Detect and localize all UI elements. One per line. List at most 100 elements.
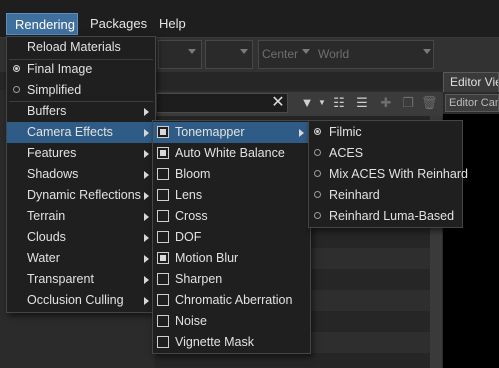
camera-select[interactable]: Editor Camera	[445, 94, 499, 112]
list-tree-icon[interactable]: ☰	[354, 94, 370, 112]
menu-packages[interactable]: Packages	[82, 13, 155, 35]
chevron-down-icon	[302, 49, 310, 54]
chevron-right-icon	[144, 213, 149, 221]
menu-item-label: Chromatic Aberration	[175, 293, 293, 307]
radio-selected-icon	[13, 65, 20, 72]
chevron-right-icon	[144, 192, 149, 200]
radio-icon	[314, 170, 321, 177]
tonemapper-menu: Filmic ACES Mix ACES With Reinhard Reinh…	[308, 120, 468, 228]
menu-item-label: Occlusion Culling	[27, 293, 124, 307]
hierarchy-icon[interactable]: ☷	[331, 94, 347, 112]
menu-item-label: Reinhard Luma-Based	[329, 209, 455, 223]
menu-item-label: Tonemapper	[175, 125, 245, 139]
checkbox-icon	[157, 294, 169, 306]
chevron-right-icon	[299, 129, 304, 137]
checkbox-checked-icon	[157, 147, 169, 159]
menu-item-label: Vignette Mask	[175, 335, 254, 349]
menu-item-buffers[interactable]: Buffers	[7, 101, 155, 122]
menu-item-filmic[interactable]: Filmic	[309, 122, 462, 143]
search-input[interactable]	[156, 93, 288, 113]
menu-item-water[interactable]: Water	[7, 248, 155, 269]
menu-item-dynamic-reflections[interactable]: Dynamic Reflections	[7, 185, 155, 206]
menu-item-label: Mix ACES With Reinhard	[329, 167, 468, 181]
copy-icon[interactable]: ❐	[400, 94, 416, 112]
menu-item-features[interactable]: Features	[7, 143, 155, 164]
menu-item-label: Noise	[175, 314, 207, 328]
space-select[interactable]: World	[318, 47, 349, 61]
menu-item-label: Filmic	[329, 125, 362, 139]
add-icon[interactable]: ✚	[378, 94, 394, 112]
checkbox-icon	[157, 210, 169, 222]
pivot-select[interactable]: Center	[262, 47, 298, 61]
menu-item-sharpen[interactable]: Sharpen	[153, 269, 310, 290]
menu-item-lens[interactable]: Lens	[153, 185, 310, 206]
chevron-right-icon	[144, 108, 149, 116]
menu-item-label: Terrain	[27, 209, 66, 223]
rendering-menu: Reload Materials Final Image Simplified …	[6, 36, 156, 313]
menu-item-label: Bloom	[175, 167, 211, 181]
menu-item-motion-blur[interactable]: Motion Blur	[153, 248, 310, 269]
chevron-down-icon	[188, 49, 196, 54]
menu-item-label: Reload Materials	[27, 40, 121, 54]
menu-item-reinhard-luma-based[interactable]: Reinhard Luma-Based	[309, 206, 462, 227]
menu-item-transparent[interactable]: Transparent	[7, 269, 155, 290]
menu-item-reload-materials[interactable]: Reload Materials	[7, 37, 155, 58]
menu-bar: Rendering Packages Help	[0, 0, 499, 38]
menu-help[interactable]: Help	[151, 13, 194, 35]
menu-item-label: Camera Effects	[27, 125, 113, 139]
menu-item-label: Motion Blur	[175, 251, 239, 265]
toolbar-dropdown-1[interactable]	[158, 40, 202, 69]
menu-item-label: Simplified	[27, 83, 82, 97]
menu-item-label: Transparent	[27, 272, 94, 286]
menu-item-label: Reinhard	[329, 188, 380, 202]
menu-item-label: Dynamic Reflections	[27, 188, 141, 202]
radio-icon	[13, 86, 20, 93]
menu-item-vignette-mask[interactable]: Vignette Mask	[153, 332, 310, 353]
filter-icon[interactable]: ▼	[299, 94, 315, 112]
menu-item-camera-effects[interactable]: Camera Effects	[7, 122, 155, 143]
checkbox-icon	[157, 315, 169, 327]
radio-icon	[314, 212, 321, 219]
chevron-down-icon[interactable]: ▼	[314, 94, 330, 112]
menu-rendering[interactable]: Rendering	[6, 13, 78, 35]
trash-icon[interactable]: 🗑	[421, 94, 438, 112]
menu-item-aces[interactable]: ACES	[309, 143, 462, 164]
chevron-right-icon	[144, 234, 149, 242]
menu-item-final-image[interactable]: Final Image	[7, 59, 155, 80]
menu-item-simplified[interactable]: Simplified	[7, 80, 155, 101]
menu-item-dof[interactable]: DOF	[153, 227, 310, 248]
menu-item-reinhard[interactable]: Reinhard	[309, 185, 462, 206]
menu-item-label: Clouds	[27, 230, 66, 244]
chevron-right-icon	[144, 129, 149, 137]
checkbox-icon	[157, 189, 169, 201]
menu-item-shadows[interactable]: Shadows	[7, 164, 155, 185]
menu-item-bloom[interactable]: Bloom	[153, 164, 310, 185]
menu-item-tonemapper[interactable]: Tonemapper	[153, 122, 310, 143]
menu-item-chromatic-aberration[interactable]: Chromatic Aberration	[153, 290, 310, 311]
camera-effects-menu: Tonemapper Auto White Balance Bloom Lens…	[152, 120, 311, 354]
menu-item-label: DOF	[175, 230, 202, 244]
menu-item-mix-aces-reinhard[interactable]: Mix ACES With Reinhard	[309, 164, 468, 185]
chevron-right-icon	[144, 276, 149, 284]
toolbar-dropdown-2[interactable]	[205, 40, 253, 69]
menu-item-label: Features	[27, 146, 77, 160]
chevron-right-icon	[144, 150, 149, 158]
menu-item-label: Water	[27, 251, 60, 265]
tab-editor-view[interactable]: Editor View	[443, 72, 499, 92]
menu-item-label: Shadows	[27, 167, 79, 181]
menu-item-occlusion-culling[interactable]: Occlusion Culling	[7, 290, 155, 311]
checkbox-icon	[157, 168, 169, 180]
menu-item-auto-white-balance[interactable]: Auto White Balance	[153, 143, 310, 164]
menu-item-label: Buffers	[27, 104, 67, 118]
close-icon[interactable]: ✕	[270, 94, 286, 112]
radio-icon	[314, 191, 321, 198]
menu-item-terrain[interactable]: Terrain	[7, 206, 155, 227]
menu-item-clouds[interactable]: Clouds	[7, 227, 155, 248]
chevron-right-icon	[144, 297, 149, 305]
menu-item-noise[interactable]: Noise	[153, 311, 310, 332]
chevron-right-icon	[144, 255, 149, 263]
chevron-right-icon	[144, 171, 149, 179]
radio-icon	[314, 149, 321, 156]
menu-item-cross[interactable]: Cross	[153, 206, 310, 227]
menu-item-label: Cross	[175, 209, 208, 223]
